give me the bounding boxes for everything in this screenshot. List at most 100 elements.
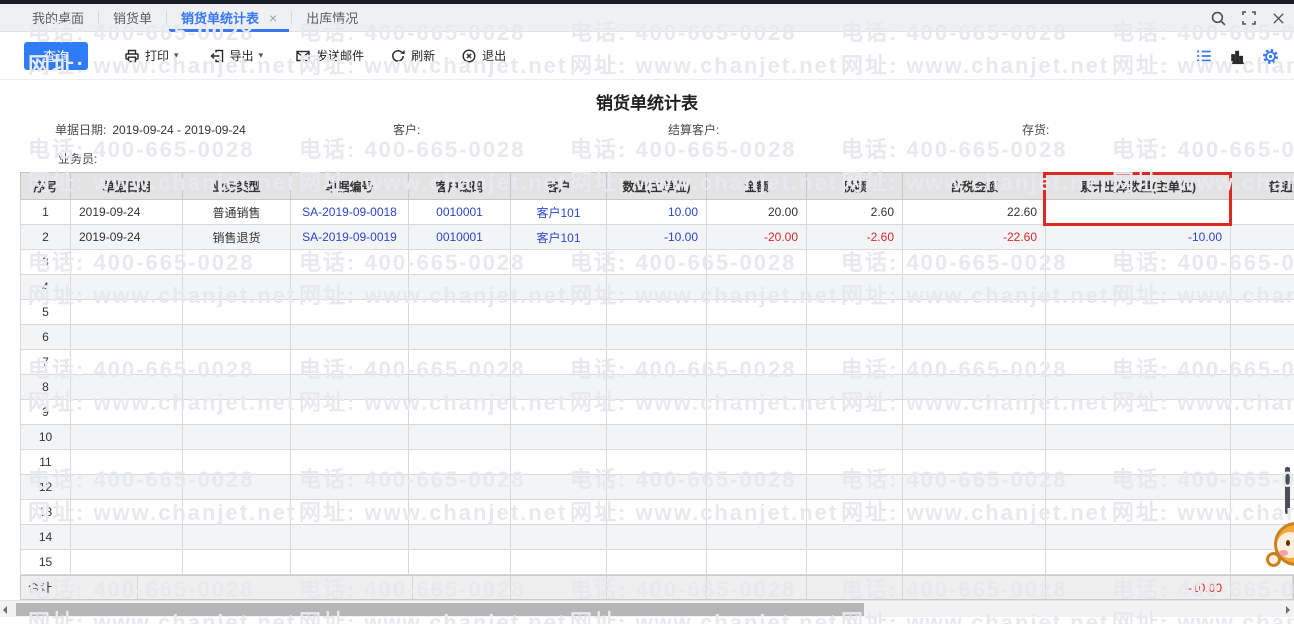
table-cell [1230, 274, 1294, 300]
vertical-scrollbar-thumb[interactable] [1285, 467, 1290, 514]
table-cell [606, 274, 707, 300]
table-cell: 2019-09-24 [70, 224, 183, 250]
gear-icon[interactable] [1261, 47, 1280, 66]
column-header[interactable]: 数量(主单位) [606, 172, 707, 200]
mascot-eye [1286, 540, 1290, 546]
table-cell [902, 324, 1046, 350]
cell-link[interactable]: 0010001 [408, 199, 511, 225]
table-cell [902, 399, 1046, 425]
detail-list-icon[interactable] [1195, 47, 1213, 65]
column-header[interactable]: 普通 [1230, 172, 1294, 200]
table-row: 4 [20, 274, 1294, 300]
table-cell [902, 249, 1046, 275]
tab-label: 销货单统计表 [181, 11, 260, 26]
bar-chart-icon[interactable] [1228, 47, 1246, 65]
column-header[interactable]: 单据编号 [290, 172, 409, 200]
cell-link[interactable]: 客户101 [510, 224, 607, 250]
horizontal-scrollbar-thumb[interactable] [16, 603, 864, 616]
tab-label: 出库情况 [306, 11, 359, 26]
table-row: 13 [20, 499, 1294, 525]
table-cell [182, 299, 291, 325]
column-header[interactable]: 业务类型 [182, 172, 291, 200]
cell-link[interactable]: 客户101 [510, 199, 607, 225]
tab-close-icon[interactable]: × [269, 10, 277, 26]
fullscreen-icon[interactable] [1241, 10, 1257, 26]
table-cell [806, 249, 903, 275]
table-cell [182, 499, 291, 525]
table-cell: 11 [20, 449, 71, 475]
table-cell [902, 349, 1046, 375]
filter-inventory: 存货: [1022, 123, 1050, 137]
column-header[interactable]: 客户 [510, 172, 607, 200]
table-cell [510, 399, 607, 425]
print-button[interactable]: 打印 ▾ [124, 47, 179, 64]
tab-outbound-status[interactable]: 出库情况 [292, 4, 372, 32]
table-row: 5 [20, 299, 1294, 325]
scroll-right-arrow-icon[interactable] [1286, 606, 1290, 614]
table-cell [70, 249, 183, 275]
table-row: 2 2019-09-24 销售退货 SA-2019-09-0019 0010001 客户1… [20, 224, 1294, 250]
table-cell [706, 249, 807, 275]
column-header[interactable]: 累计出库数量(主单位) [1045, 172, 1231, 200]
table-cell [408, 274, 511, 300]
column-header[interactable]: 税额 [806, 172, 903, 200]
scroll-left-arrow-icon[interactable] [3, 606, 7, 614]
table-cell [806, 349, 903, 375]
table-cell: -10.00 [1045, 224, 1231, 250]
filter-salesman: 业务员: [58, 152, 98, 166]
refresh-icon [392, 49, 405, 62]
table-cell [706, 399, 807, 425]
table-cell [706, 549, 807, 575]
table-cell: 13 [20, 499, 71, 525]
send-mail-button[interactable]: 发送邮件 [295, 47, 364, 64]
column-header[interactable]: 含税金额 [902, 172, 1046, 200]
refresh-button[interactable]: 刷新 [390, 47, 435, 64]
table-cell: 6 [20, 324, 71, 350]
exit-icon [462, 48, 476, 63]
table-cell [290, 274, 409, 300]
report-table-wrap: 序号 单据日期 业务类型 单据编号 客户编码 客户 数量(主单位) 金额 税额 含税金额 累计出库数… [20, 172, 1294, 575]
table-cell [70, 349, 183, 375]
column-header[interactable]: 金额 [706, 172, 807, 200]
tab-my-desktop[interactable]: 我的桌面 [18, 4, 98, 32]
report-area: 销货单统计表 单据日期: 2019-09-24 - 2019-09-24 客户: … [0, 80, 1294, 624]
table-cell [706, 524, 807, 550]
total-cell [707, 576, 807, 599]
column-header[interactable]: 单据日期 [70, 172, 183, 200]
tab-sales-order[interactable]: 销货单 [99, 4, 166, 32]
table-cell [1045, 274, 1231, 300]
tab-label: 销货单 [113, 11, 153, 26]
column-header[interactable]: 序号 [20, 172, 71, 200]
tab-sales-order-statistics[interactable]: 销货单统计表 × [167, 4, 291, 32]
horizontal-scrollbar[interactable] [0, 600, 1294, 617]
table-cell [706, 349, 807, 375]
table-cell [1045, 449, 1231, 475]
exit-button[interactable]: 退出 [461, 47, 506, 64]
table-cell: 10.00 [606, 199, 707, 225]
query-button[interactable]: 查询 [24, 41, 88, 70]
search-icon[interactable] [1210, 10, 1227, 27]
mascot-monkey[interactable] [1266, 520, 1294, 584]
table-cell [510, 349, 607, 375]
table-cell [290, 424, 409, 450]
table-cell: 10 [20, 424, 71, 450]
tab-bar: 我的桌面 销货单 销货单统计表 × 出库情况 [0, 4, 1294, 32]
table-cell [408, 499, 511, 525]
table-row: 10 [20, 424, 1294, 450]
close-icon[interactable] [1271, 11, 1286, 26]
cell-link[interactable]: SA-2019-09-0019 [290, 224, 409, 250]
table-cell: 1 [20, 199, 71, 225]
table-cell [70, 424, 183, 450]
report-table: 序号 单据日期 业务类型 单据编号 客户编码 客户 数量(主单位) 金额 税额 含税金额 累计出库数… [20, 172, 1294, 575]
table-cell [290, 474, 409, 500]
table-cell [606, 524, 707, 550]
table-cell [510, 324, 607, 350]
table-cell [1045, 324, 1231, 350]
cell-link[interactable]: 0010001 [408, 224, 511, 250]
export-button[interactable]: 导出 ▾ [209, 47, 263, 64]
table-cell: 14 [20, 524, 71, 550]
cell-link[interactable]: SA-2019-09-0018 [290, 199, 409, 225]
table-row: 1 2019-09-24 普通销售 SA-2019-09-0018 0010001 客户1… [20, 199, 1294, 225]
table-cell [606, 549, 707, 575]
column-header[interactable]: 客户编码 [408, 172, 511, 200]
